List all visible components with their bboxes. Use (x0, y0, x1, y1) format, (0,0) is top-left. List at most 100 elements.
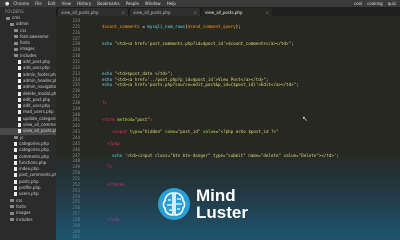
line-number: 225 (72, 23, 80, 29)
line-number: 260 (72, 228, 80, 234)
code-line[interactable]: echo "<td><a href='post_comments.php?id=… (102, 41, 294, 46)
line-number: 258 (72, 216, 80, 222)
menu-item[interactable]: Help (167, 1, 176, 6)
sidebar-item-label: admin_navigation.php (23, 84, 56, 90)
editor-tab[interactable]: view_all_posts.php × (130, 8, 200, 16)
menu-item[interactable]: File (35, 1, 42, 6)
sidebar-item-label: images (20, 46, 35, 52)
line-gutter: 224 225 226 227 228 229 230 231 232 233 234 235 236 2… (56, 16, 84, 240)
line-number: 259 (72, 222, 80, 228)
brain-icon (158, 188, 190, 220)
code-line[interactable]: <?php (102, 141, 120, 146)
line-number: 256 (72, 205, 80, 211)
apple-icon[interactable]: ● (5, 1, 9, 7)
line-number: 251 (72, 175, 80, 181)
menu-item[interactable]: Chrome (13, 1, 29, 6)
folder-icon (10, 205, 14, 209)
folder-icon (14, 54, 18, 58)
code-line[interactable]: ?> (102, 100, 107, 105)
menu-item[interactable]: Edit (48, 1, 56, 6)
folder-icon (10, 22, 14, 26)
folder-icon (10, 199, 14, 203)
file-icon (18, 91, 21, 96)
logo-line2: Luster (196, 203, 248, 222)
file-tree: cms admin css font-awesome fonts images includ… (0, 15, 56, 223)
code-line[interactable]: <?php (102, 217, 120, 222)
line-number: 234 (72, 76, 80, 82)
sidebar-item-label: categories.php (19, 140, 49, 146)
line-number: 250 (72, 170, 80, 176)
file-icon (18, 85, 21, 90)
file-icon (18, 72, 21, 77)
tab-label: view_all_posts.php (133, 9, 171, 15)
code-line[interactable]: <form method="post"> (102, 117, 152, 122)
menu-item[interactable]: Window (145, 1, 161, 6)
logo-line1: Mind (196, 186, 236, 205)
line-number: 243 (72, 129, 80, 135)
line-number: 240 (72, 111, 80, 117)
sidebar-item-label: admin (16, 21, 29, 27)
file-icon (14, 160, 17, 165)
sidebar-item-label: update_categories.php (23, 115, 56, 121)
menu-item[interactable]: History (77, 1, 91, 6)
line-number: 239 (72, 105, 80, 111)
status-item[interactable]: cooking (367, 1, 383, 6)
editor-tab[interactable]: view_all_posts.php × (202, 8, 272, 16)
code-line[interactable]: echo "<td><a href='posts.php?source=edit… (102, 82, 299, 87)
line-number: 228 (72, 41, 80, 47)
line-number: 257 (72, 211, 80, 217)
code-line[interactable]: <input type="hidden" name="post_id" valu… (102, 129, 279, 134)
line-number: 252 (72, 181, 80, 187)
sidebar-item-label: images (16, 210, 31, 216)
menu-item[interactable]: View (62, 1, 72, 6)
sidebar-item-label: add_post.php (23, 59, 51, 65)
close-icon[interactable]: × (122, 10, 125, 15)
code-line[interactable]: $count_comments = mysqli_num_rows($send_… (102, 24, 241, 29)
sidebar-item-label: css (20, 27, 27, 33)
line-number: 248 (72, 158, 80, 164)
folder-icon (14, 41, 18, 45)
sidebar-item-label: read_users.php (23, 109, 54, 115)
file-icon (18, 66, 21, 71)
sidebar-folder[interactable]: includes (0, 217, 56, 223)
folder-icon (6, 16, 10, 20)
code-line[interactable]: echo "<td>$post_date </td>"; (102, 71, 173, 76)
file-icon (14, 141, 17, 146)
sidebar-item-label: includes (20, 52, 37, 58)
sidebar-item-label: comments.php (19, 153, 49, 159)
menu-item[interactable]: Bookmarks (97, 1, 119, 6)
line-number: 231 (72, 58, 80, 64)
logo-text: Mind Luster (196, 187, 248, 221)
status-item[interactable]: cool (354, 1, 362, 6)
file-icon (18, 110, 21, 115)
close-icon[interactable]: × (266, 10, 269, 15)
menu-item[interactable]: People (126, 1, 139, 6)
line-number: 255 (72, 199, 80, 205)
file-icon (18, 116, 21, 121)
sidebar-item-label: admin_header.php (23, 77, 56, 83)
sidebar-item-label: fonts (16, 203, 27, 209)
close-icon[interactable]: × (194, 10, 197, 15)
sidebar-item-label: categories.php (19, 147, 49, 153)
folder-icon (10, 211, 14, 215)
sidebar-item-label: profile.php (19, 185, 41, 191)
file-icon (18, 60, 21, 65)
code-line[interactable]: echo "<td><a href='../post.php?p_id=$pos… (102, 77, 268, 82)
file-icon (18, 123, 21, 128)
mouse-cursor-icon: ↖ (302, 115, 308, 123)
code-line[interactable]: </form> (102, 182, 125, 187)
code-line[interactable]: ?> (102, 164, 112, 169)
file-icon (14, 154, 17, 159)
editor-tab[interactable]: view_all_posts.php × (58, 8, 128, 16)
code-line[interactable]: echo '<td><input class="btn btn-danger" … (102, 153, 339, 158)
folder-icon (14, 47, 18, 51)
line-number: 246 (72, 146, 80, 152)
file-icon (14, 173, 17, 178)
sidebar-item-label: functions.php (19, 159, 47, 165)
folder-icon (14, 29, 18, 33)
line-number: 253 (72, 187, 80, 193)
status-item[interactable]: quiz (388, 1, 396, 6)
line-number: 236 (72, 88, 80, 94)
sidebar-item-label: users.php (19, 191, 39, 197)
file-icon (14, 179, 17, 184)
